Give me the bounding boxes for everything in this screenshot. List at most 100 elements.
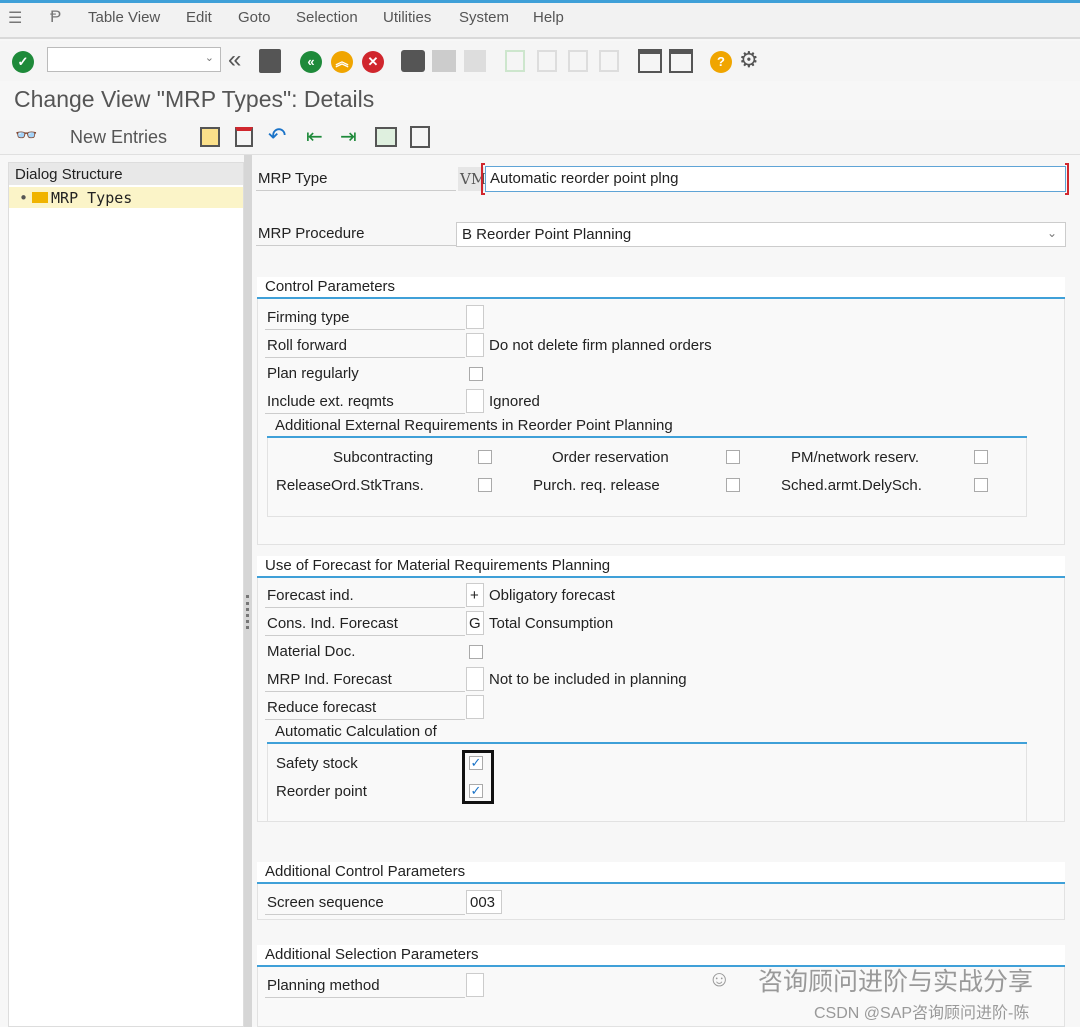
- purch-req-label: Purch. req. release: [533, 477, 660, 494]
- roll-forward-input[interactable]: [466, 333, 484, 357]
- cons-ind-input[interactable]: G: [466, 611, 484, 635]
- order-reservation-checkbox[interactable]: [726, 450, 740, 464]
- required-marker-left: [481, 163, 485, 195]
- cons-ind-desc: Total Consumption: [489, 615, 614, 632]
- forecast-ind-input[interactable]: +: [466, 583, 484, 607]
- planning-method-input[interactable]: [466, 973, 484, 997]
- sap-p-icon[interactable]: Ᵽ: [50, 7, 61, 27]
- reduce-forecast-label: Reduce forecast: [265, 696, 465, 720]
- roll-forward-desc: Do not delete firm planned orders: [489, 337, 712, 354]
- reduce-forecast-input[interactable]: [466, 695, 484, 719]
- release-ord-checkbox[interactable]: [478, 478, 492, 492]
- safety-stock-label: Safety stock: [276, 755, 358, 772]
- menu-selection[interactable]: Selection: [296, 9, 358, 26]
- material-doc-checkbox[interactable]: [469, 645, 483, 659]
- menu-edit[interactable]: Edit: [186, 9, 212, 26]
- forecast-title: Use of Forecast for Material Requirement…: [257, 556, 1065, 578]
- order-reservation-label: Order reservation: [552, 449, 669, 466]
- menu-help[interactable]: Help: [533, 9, 564, 26]
- pm-network-label: PM/network reserv.: [791, 449, 920, 466]
- undo-icon[interactable]: ↶: [268, 123, 286, 149]
- cons-ind-label: Cons. Ind. Forecast: [265, 612, 465, 636]
- menu-goto[interactable]: Goto: [238, 9, 271, 26]
- last-page-icon: [599, 50, 619, 72]
- new-session-icon[interactable]: [638, 49, 662, 73]
- planning-method-label: Planning method: [265, 974, 465, 998]
- release-ord-label: ReleaseOrd.StkTrans.: [276, 477, 424, 494]
- sched-armt-label: Sched.armt.DelySch.: [781, 477, 922, 494]
- material-doc-label: Material Doc.: [267, 643, 356, 660]
- reorder-point-checkbox[interactable]: ✓: [469, 784, 483, 798]
- next-entry-icon[interactable]: ⇥: [340, 124, 357, 149]
- screen-sequence-label: Screen sequence: [265, 891, 465, 915]
- gear-icon[interactable]: ⚙: [739, 47, 759, 73]
- folder-icon: [32, 192, 49, 203]
- control-parameters-title: Control Parameters: [257, 277, 1065, 299]
- new-entries-button[interactable]: New Entries: [70, 127, 167, 148]
- required-marker-right: [1065, 163, 1069, 195]
- variant-icon[interactable]: [410, 126, 430, 148]
- menu-table-view[interactable]: Table View: [88, 9, 160, 26]
- mrp-ind-input[interactable]: [466, 667, 484, 691]
- previous-entry-icon[interactable]: ⇤: [306, 124, 323, 149]
- menu-system[interactable]: System: [459, 9, 509, 26]
- double-chevron-left-icon[interactable]: «: [228, 46, 241, 74]
- save-icon[interactable]: [259, 49, 281, 73]
- first-page-icon: [505, 50, 525, 72]
- auto-calc-title: Automatic Calculation of: [267, 722, 1027, 744]
- enter-check-icon[interactable]: ✓: [12, 51, 34, 73]
- subcontracting-label: Subcontracting: [333, 449, 434, 466]
- forecast-ind-label: Forecast ind.: [265, 584, 465, 608]
- purch-req-checkbox[interactable]: [726, 478, 740, 492]
- watermark-line2: CSDN @SAP咨询顾问进阶-陈: [814, 1005, 1030, 1022]
- find-next-icon: [464, 50, 486, 72]
- display-change-icon[interactable]: 👓: [15, 125, 37, 146]
- include-ext-reqmts-label: Include ext. reqmts: [265, 390, 465, 414]
- chevron-down-icon: ⌄: [1046, 226, 1057, 240]
- command-field[interactable]: ⌄: [47, 47, 221, 72]
- additional-control-title: Additional Control Parameters: [257, 862, 1065, 884]
- include-ext-reqmts-input[interactable]: [466, 389, 484, 413]
- safety-stock-checkbox[interactable]: ✓: [469, 756, 483, 770]
- sched-armt-checkbox[interactable]: [974, 478, 988, 492]
- next-page-icon: [568, 50, 588, 72]
- help-icon[interactable]: ?: [710, 51, 732, 73]
- dialog-structure-header: Dialog Structure: [9, 163, 243, 185]
- include-ext-reqmts-desc: Ignored: [489, 393, 540, 410]
- back-icon[interactable]: «: [300, 51, 322, 73]
- find-icon: [432, 50, 456, 72]
- select-all-icon[interactable]: [375, 127, 397, 147]
- copy-as-icon[interactable]: [200, 127, 220, 147]
- firming-type-input[interactable]: [466, 305, 484, 329]
- shortcut-icon[interactable]: [669, 49, 693, 73]
- menu-utilities[interactable]: Utilities: [383, 9, 431, 26]
- mrp-ind-label: MRP Ind. Forecast: [265, 668, 465, 692]
- reorder-point-label: Reorder point: [276, 783, 367, 800]
- menu-icon[interactable]: ☰: [8, 8, 22, 28]
- mrp-procedure-select[interactable]: B Reorder Point Planning ⌄: [456, 222, 1066, 247]
- page-title: Change View "MRP Types": Details: [14, 86, 375, 112]
- mrp-procedure-label: MRP Procedure: [256, 222, 456, 246]
- exit-icon[interactable]: ︽: [331, 51, 353, 73]
- mrp-type-description-input[interactable]: Automatic reorder point plng: [485, 166, 1066, 192]
- tree-item-mrp-types[interactable]: • MRP Types: [9, 187, 243, 208]
- pm-network-checkbox[interactable]: [974, 450, 988, 464]
- plan-regularly-label: Plan regularly: [267, 365, 359, 382]
- dialog-structure-panel: [8, 162, 244, 1027]
- ext-requirements-title: Additional External Requirements in Reor…: [267, 416, 1027, 438]
- mrp-ind-desc: Not to be included in planning: [489, 671, 687, 688]
- subcontracting-checkbox[interactable]: [478, 450, 492, 464]
- watermark-line1: 咨询顾问进阶与实战分享: [758, 968, 1034, 996]
- chevron-down-icon[interactable]: ⌄: [205, 51, 214, 64]
- plan-regularly-checkbox[interactable]: [469, 367, 483, 381]
- forecast-ind-desc: Obligatory forecast: [489, 587, 615, 604]
- roll-forward-label: Roll forward: [265, 334, 465, 358]
- firming-type-label: Firming type: [265, 306, 465, 330]
- screen-sequence-input[interactable]: 003: [466, 890, 502, 914]
- cancel-icon[interactable]: ✕: [362, 51, 384, 73]
- delete-icon[interactable]: [235, 127, 253, 147]
- print-icon[interactable]: [401, 50, 425, 72]
- splitter[interactable]: [244, 155, 252, 1027]
- wechat-icon: ☺: [708, 966, 731, 991]
- mrp-type-label: MRP Type: [256, 167, 456, 191]
